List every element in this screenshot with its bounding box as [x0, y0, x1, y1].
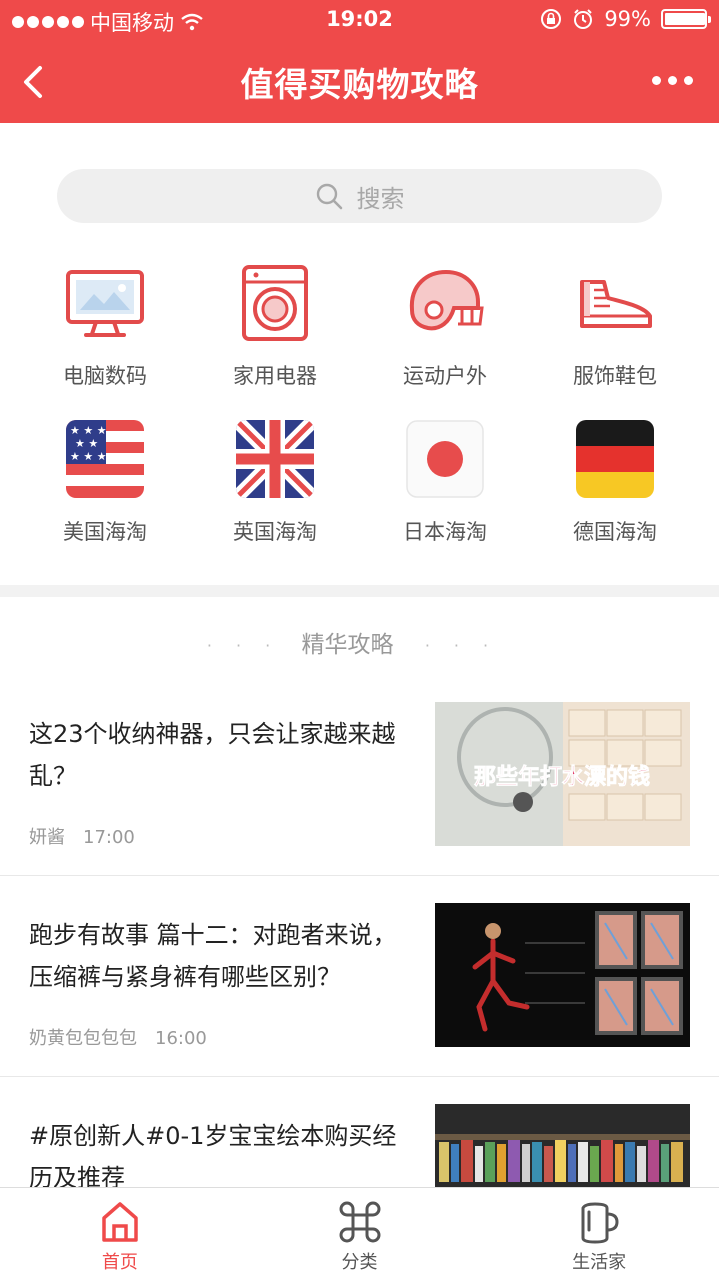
tab-label: 分类: [341, 1252, 378, 1273]
article-title: 跑步有故事 篇十二：对跑者来说，压缩裤与紧身裤有哪些区别？: [29, 921, 397, 991]
category-label: 英国海淘: [233, 520, 317, 544]
category-germany[interactable]: 德国海淘: [530, 418, 700, 546]
japan-flag-icon: [404, 418, 486, 500]
washing-machine-icon: [234, 262, 316, 344]
header: 中国移动 19:02 99% 值得买购物攻略: [0, 0, 719, 123]
us-flag-icon: ★ ★ ★ ★ ★ ★ ★ ★: [64, 418, 146, 500]
alarm-icon: [574, 9, 593, 29]
category-computer[interactable]: 电脑数码: [20, 262, 190, 390]
article-item[interactable]: 这23个收纳神器，只会让家越来越乱？ 妍酱 17:00 那些年打水漂的钱: [0, 675, 719, 876]
article-time: 17:00: [83, 827, 135, 848]
category-label: 美国海淘: [63, 520, 147, 544]
article-title: 这23个收纳神器，只会让家越来越乱？: [29, 720, 396, 790]
category-uk[interactable]: 英国海淘: [190, 418, 360, 546]
svg-text:★ ★: ★ ★: [75, 437, 98, 450]
category-label: 电脑数码: [63, 364, 147, 388]
nav-bar: 值得买购物攻略: [0, 40, 719, 123]
status-bar: 中国移动 19:02 99%: [0, 0, 719, 40]
decorative-dots: ···: [424, 636, 513, 655]
page-title: 值得买购物攻略: [240, 65, 479, 104]
article-item[interactable]: 跑步有故事 篇十二：对跑者来说，压缩裤与紧身裤有哪些区别？ 奶黄包包包包 16:0…: [0, 876, 719, 1077]
category-label: 德国海淘: [573, 520, 657, 544]
battery-icon: [661, 9, 711, 29]
uk-flag-icon: [234, 418, 316, 500]
tab-life[interactable]: 生活家: [479, 1188, 719, 1280]
search-placeholder: 搜索: [356, 184, 405, 213]
section-divider: [0, 585, 719, 597]
svg-text:★ ★ ★: ★ ★ ★: [70, 450, 107, 463]
category-apparel[interactable]: 服饰鞋包: [530, 262, 700, 390]
decorative-dots: ···: [206, 636, 295, 655]
category-us[interactable]: ★ ★ ★ ★ ★ ★ ★ ★ 美国海淘: [20, 418, 190, 546]
rotation-lock-icon: [541, 9, 562, 29]
bottom-tab-bar: 首页 分类 生活家: [0, 1187, 719, 1280]
article-thumbnail: [435, 903, 690, 1047]
monitor-icon: [64, 262, 146, 344]
article-meta: 奶黄包包包包 16:00: [29, 1024, 207, 1050]
tab-label: 生活家: [572, 1252, 627, 1273]
section-header: ··· 精华攻略 ···: [0, 625, 719, 659]
category-appliance[interactable]: 家用电器: [190, 262, 360, 390]
home-icon: [102, 1202, 138, 1242]
search-icon: [316, 183, 342, 210]
category-japan[interactable]: 日本海淘: [360, 418, 530, 546]
thumbnail-caption: 那些年打水漂的钱: [474, 764, 650, 790]
article-meta: 妍酱 17:00: [29, 823, 135, 849]
category-label: 日本海淘: [403, 520, 487, 544]
article-thumbnail: 那些年打水漂的钱: [435, 702, 690, 846]
more-button[interactable]: [652, 76, 693, 85]
germany-flag-icon: [574, 418, 656, 500]
article-author: 奶黄包包包包: [29, 1028, 137, 1049]
category-label: 服饰鞋包: [573, 364, 657, 388]
tab-category[interactable]: 分类: [240, 1188, 480, 1280]
helmet-icon: [404, 262, 486, 344]
tab-label: 首页: [101, 1252, 138, 1273]
section-title: 精华攻略: [301, 632, 394, 658]
battery-percent: 99%: [604, 7, 651, 31]
search-bar[interactable]: 搜索: [57, 169, 662, 223]
article-time: 16:00: [155, 1028, 207, 1049]
command-icon: [339, 1201, 380, 1243]
article-author: 妍酱: [29, 827, 65, 848]
category-sports[interactable]: 运动户外: [360, 262, 530, 390]
tab-home[interactable]: 首页: [0, 1188, 240, 1280]
category-label: 运动户外: [403, 364, 487, 388]
category-grid: 电脑数码 家用电器 运动户外 服饰鞋包 ★ ★ ★ ★ ★ ★ ★ ★ 美国海淘 英…: [20, 262, 700, 546]
sneaker-icon: [574, 262, 656, 344]
status-right: 99%: [540, 7, 711, 31]
category-label: 家用电器: [233, 364, 317, 388]
svg-text:★ ★ ★: ★ ★ ★: [70, 424, 107, 437]
mug-icon: [581, 1202, 619, 1244]
